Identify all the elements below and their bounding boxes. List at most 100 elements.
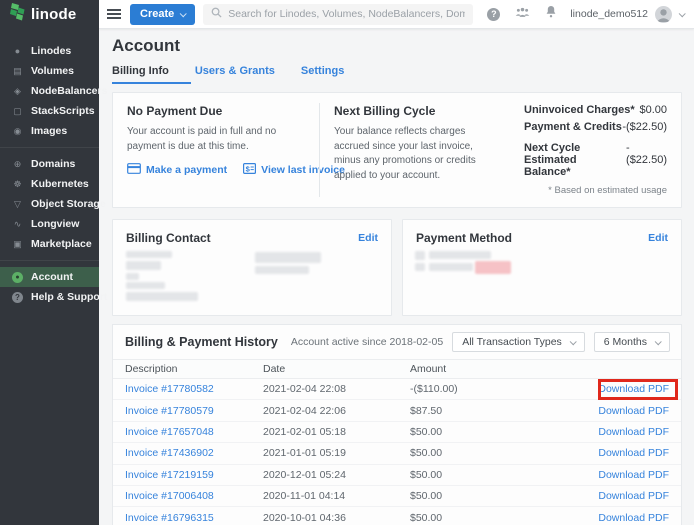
avatar[interactable] bbox=[655, 6, 672, 23]
sidebar-item-label: Images bbox=[31, 125, 67, 137]
next-billing-cycle-title: Next Billing Cycle bbox=[334, 104, 496, 118]
sidebar-item-label: Linodes bbox=[31, 45, 71, 57]
sidebar-item-domains[interactable]: ⊕ Domains bbox=[0, 154, 99, 174]
volumes-icon: ▤ bbox=[11, 66, 24, 77]
sidebar-item-longview[interactable]: ∿ Longview bbox=[0, 214, 99, 234]
invoice-link[interactable]: Invoice #17006408 bbox=[125, 490, 214, 502]
make-payment-link[interactable]: Make a payment bbox=[127, 163, 227, 177]
billing-history-title: Billing & Payment History bbox=[125, 335, 278, 349]
redacted-block bbox=[429, 251, 491, 259]
table-row: Invoice #17657048 2021-02-01 05:18 $50.0… bbox=[113, 422, 681, 443]
search-input[interactable] bbox=[228, 8, 465, 20]
column-amount: Amount bbox=[410, 363, 550, 375]
images-icon: ◉ bbox=[11, 126, 24, 137]
transaction-type-select[interactable]: All Transaction Types bbox=[452, 332, 585, 352]
invoice-date: 2020-11-01 04:14 bbox=[263, 490, 410, 502]
payment-credits-label: Payment & Credits bbox=[524, 121, 622, 133]
hamburger-menu-icon[interactable] bbox=[107, 9, 121, 19]
invoice-link[interactable]: Invoice #17219159 bbox=[125, 469, 214, 481]
redacted-block bbox=[126, 273, 139, 280]
invoice-link[interactable]: Invoice #16796315 bbox=[125, 512, 214, 524]
download-pdf-link[interactable]: Download PDF bbox=[598, 405, 669, 417]
uninvoiced-charges-value: $0.00 bbox=[639, 104, 667, 116]
billing-contact-edit-link[interactable]: Edit bbox=[358, 232, 378, 244]
download-pdf-link[interactable]: Download PDF bbox=[598, 447, 669, 459]
stackscripts-icon: ▢ bbox=[11, 106, 24, 117]
sidebar: linode ● Linodes ▤ Volumes ◈ NodeBalance… bbox=[0, 0, 99, 525]
tab-billing-info[interactable]: Billing Info bbox=[112, 65, 169, 84]
download-pdf-link[interactable]: Download PDF bbox=[598, 426, 669, 438]
table-row: Invoice #17780579 2021-02-04 22:06 $87.5… bbox=[113, 400, 681, 421]
payment-method-title: Payment Method bbox=[416, 231, 512, 245]
payment-method-edit-link[interactable]: Edit bbox=[648, 232, 668, 244]
download-pdf-link[interactable]: Download PDF bbox=[598, 383, 669, 395]
redacted-block bbox=[255, 252, 321, 263]
nodebalancers-icon: ◈ bbox=[11, 86, 24, 97]
invoice-amount: $50.00 bbox=[410, 512, 550, 524]
invoice-link[interactable]: Invoice #17780582 bbox=[125, 383, 214, 395]
user-menu-chevron-icon[interactable] bbox=[679, 10, 686, 17]
uninvoiced-charges-label: Uninvoiced Charges* bbox=[524, 104, 635, 116]
sidebar-item-kubernetes[interactable]: ☸ Kubernetes bbox=[0, 174, 99, 194]
no-payment-due-title: No Payment Due bbox=[127, 104, 305, 118]
download-pdf-link[interactable]: Download PDF bbox=[598, 469, 669, 481]
main-content: Account Billing Info Users & Grants Sett… bbox=[99, 29, 694, 525]
invoice-amount: -($110.00) bbox=[410, 383, 550, 395]
chevron-down-icon bbox=[180, 10, 187, 17]
download-pdf-link[interactable]: Download PDF bbox=[598, 512, 669, 524]
redacted-block bbox=[475, 261, 511, 274]
transaction-type-value: All Transaction Types bbox=[462, 336, 562, 348]
sidebar-item-object-storage[interactable]: ▽ Object Storage bbox=[0, 194, 99, 214]
invoice-date: 2020-10-01 04:36 bbox=[263, 512, 410, 524]
sidebar-item-images[interactable]: ◉ Images bbox=[0, 121, 99, 141]
estimated-balance-row: Next Cycle Estimated Balance* -($22.50) bbox=[524, 142, 667, 178]
longview-icon: ∿ bbox=[11, 219, 24, 230]
app-window: linode ● Linodes ▤ Volumes ◈ NodeBalance… bbox=[0, 0, 694, 525]
redacted-block bbox=[126, 282, 165, 289]
sidebar-item-nodebalancers[interactable]: ◈ NodeBalancers bbox=[0, 81, 99, 101]
column-description: Description bbox=[113, 363, 263, 375]
next-billing-cycle-body: Your balance reflects charges accrued si… bbox=[334, 125, 496, 183]
linode-logo[interactable]: linode bbox=[0, 0, 99, 29]
username[interactable]: linode_demo512 bbox=[570, 8, 648, 20]
invoice-date: 2021-02-04 22:08 bbox=[263, 383, 410, 395]
make-payment-label: Make a payment bbox=[146, 164, 227, 176]
sidebar-item-label: Longview bbox=[31, 218, 79, 230]
table-header: Description Date Amount bbox=[113, 359, 681, 379]
invoice-link[interactable]: Invoice #17436902 bbox=[125, 447, 214, 459]
sidebar-item-label: Domains bbox=[31, 158, 75, 170]
invoice-amount: $50.00 bbox=[410, 447, 550, 459]
redacted-block bbox=[126, 292, 198, 301]
redacted-block bbox=[429, 263, 473, 271]
sidebar-item-label: StackScripts bbox=[31, 105, 95, 117]
no-payment-due-body: Your account is paid in full and no paym… bbox=[127, 125, 305, 154]
date-range-select[interactable]: 6 Months bbox=[594, 332, 670, 352]
search-bar[interactable] bbox=[203, 4, 473, 25]
invoice-date: 2021-01-01 05:19 bbox=[263, 447, 410, 459]
credit-card-icon bbox=[127, 163, 141, 177]
sidebar-item-label: Kubernetes bbox=[31, 178, 89, 190]
invoice-link[interactable]: Invoice #17657048 bbox=[125, 426, 214, 438]
sidebar-item-help-support[interactable]: ? Help & Support bbox=[0, 287, 99, 307]
sidebar-item-label: Account bbox=[31, 271, 73, 283]
invoice-link[interactable]: Invoice #17780579 bbox=[125, 405, 214, 417]
create-button[interactable]: Create bbox=[130, 4, 195, 25]
sidebar-item-account[interactable]: ● Account bbox=[0, 267, 99, 287]
table-row: Invoice #17219159 2020-12-01 05:24 $50.0… bbox=[113, 465, 681, 486]
download-pdf-link[interactable]: Download PDF bbox=[598, 490, 669, 502]
tab-settings[interactable]: Settings bbox=[301, 65, 344, 84]
sidebar-item-volumes[interactable]: ▤ Volumes bbox=[0, 61, 99, 81]
sidebar-item-label: Marketplace bbox=[31, 238, 92, 250]
sidebar-item-linodes[interactable]: ● Linodes bbox=[0, 41, 99, 61]
help-icon[interactable]: ? bbox=[487, 8, 500, 21]
tab-bar: Billing Info Users & Grants Settings bbox=[112, 65, 682, 84]
sidebar-item-stackscripts[interactable]: ▢ StackScripts bbox=[0, 101, 99, 121]
tab-users-grants[interactable]: Users & Grants bbox=[195, 65, 275, 84]
community-icon[interactable] bbox=[515, 5, 530, 23]
invoice-dollar-icon: $ bbox=[243, 163, 256, 177]
object-storage-icon: ▽ bbox=[11, 199, 24, 210]
redacted-block bbox=[415, 251, 425, 260]
notifications-bell-icon[interactable] bbox=[545, 5, 557, 23]
invoice-date: 2020-12-01 05:24 bbox=[263, 469, 410, 481]
sidebar-item-marketplace[interactable]: ▣ Marketplace bbox=[0, 234, 99, 254]
